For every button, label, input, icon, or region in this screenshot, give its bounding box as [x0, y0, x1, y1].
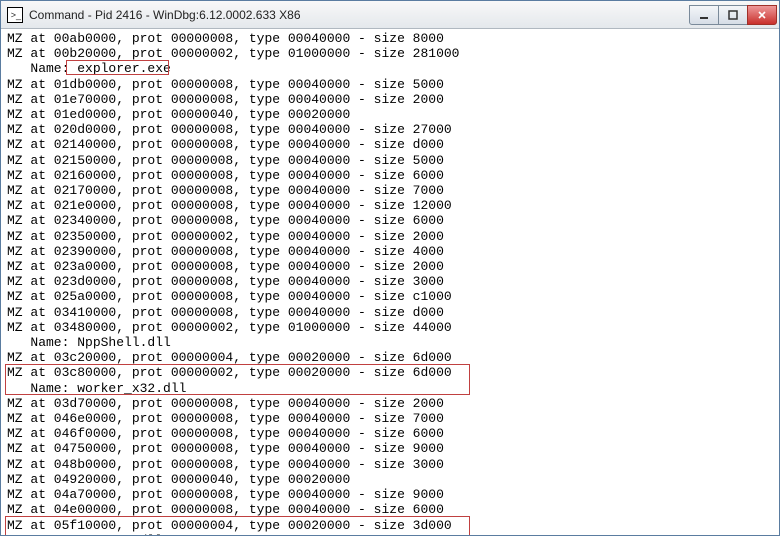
window-controls [690, 5, 777, 25]
console-line: MZ at 02390000, prot 00000008, type 0004… [7, 244, 773, 259]
console-line: MZ at 02350000, prot 00000002, type 0004… [7, 229, 773, 244]
console-line: MZ at 02170000, prot 00000008, type 0004… [7, 183, 773, 198]
console-line: MZ at 020d0000, prot 00000008, type 0004… [7, 122, 773, 137]
console-line: MZ at 046e0000, prot 00000008, type 0004… [7, 411, 773, 426]
console-line: MZ at 03c20000, prot 00000004, type 0002… [7, 350, 773, 365]
console-line: MZ at 046f0000, prot 00000008, type 0004… [7, 426, 773, 441]
console-output[interactable]: MZ at 00ab0000, prot 00000008, type 0004… [1, 29, 779, 535]
minimize-button[interactable] [689, 5, 719, 25]
console-line: MZ at 04e00000, prot 00000008, type 0004… [7, 502, 773, 517]
console-line: MZ at 048b0000, prot 00000008, type 0004… [7, 457, 773, 472]
console-line: MZ at 02140000, prot 00000008, type 0004… [7, 137, 773, 152]
console-line: MZ at 04750000, prot 00000008, type 0004… [7, 441, 773, 456]
console-line: MZ at 01e70000, prot 00000008, type 0004… [7, 92, 773, 107]
console-line: MZ at 03410000, prot 00000008, type 0004… [7, 305, 773, 320]
console-line: MZ at 02150000, prot 00000008, type 0004… [7, 153, 773, 168]
console-line: MZ at 01ed0000, prot 00000040, type 0002… [7, 107, 773, 122]
console-line: MZ at 04a70000, prot 00000008, type 0004… [7, 487, 773, 502]
console-line: MZ at 03480000, prot 00000002, type 0100… [7, 320, 773, 335]
console-line: MZ at 00b20000, prot 00000002, type 0100… [7, 46, 773, 61]
console-line: MZ at 021e0000, prot 00000008, type 0004… [7, 198, 773, 213]
app-window: >_ Command - Pid 2416 - WinDbg:6.12.0002… [0, 0, 780, 536]
console-line: MZ at 023a0000, prot 00000008, type 0004… [7, 259, 773, 274]
console-line: MZ at 03d70000, prot 00000008, type 0004… [7, 396, 773, 411]
console-line: MZ at 02340000, prot 00000008, type 0004… [7, 213, 773, 228]
console-line: MZ at 02160000, prot 00000008, type 0004… [7, 168, 773, 183]
console-line: Name: explorer.exe [7, 61, 773, 76]
maximize-button[interactable] [718, 5, 748, 25]
close-button[interactable] [747, 5, 777, 25]
console-line: MZ at 025a0000, prot 00000008, type 0004… [7, 289, 773, 304]
console-line: MZ at 03c80000, prot 00000002, type 0002… [7, 365, 773, 380]
console-line: MZ at 01db0000, prot 00000008, type 0004… [7, 77, 773, 92]
titlebar[interactable]: >_ Command - Pid 2416 - WinDbg:6.12.0002… [1, 1, 779, 29]
console-line: Name: vnc_x32.dll [7, 533, 773, 535]
console-line: MZ at 023d0000, prot 00000008, type 0004… [7, 274, 773, 289]
console-line: MZ at 00ab0000, prot 00000008, type 0004… [7, 31, 773, 46]
window-title: Command - Pid 2416 - WinDbg:6.12.0002.63… [29, 8, 690, 22]
console-line: MZ at 05f10000, prot 00000004, type 0002… [7, 518, 773, 533]
console-line: MZ at 04920000, prot 00000040, type 0002… [7, 472, 773, 487]
console-line: Name: NppShell.dll [7, 335, 773, 350]
app-icon: >_ [7, 7, 23, 23]
console-line: Name: worker_x32.dll [7, 381, 773, 396]
